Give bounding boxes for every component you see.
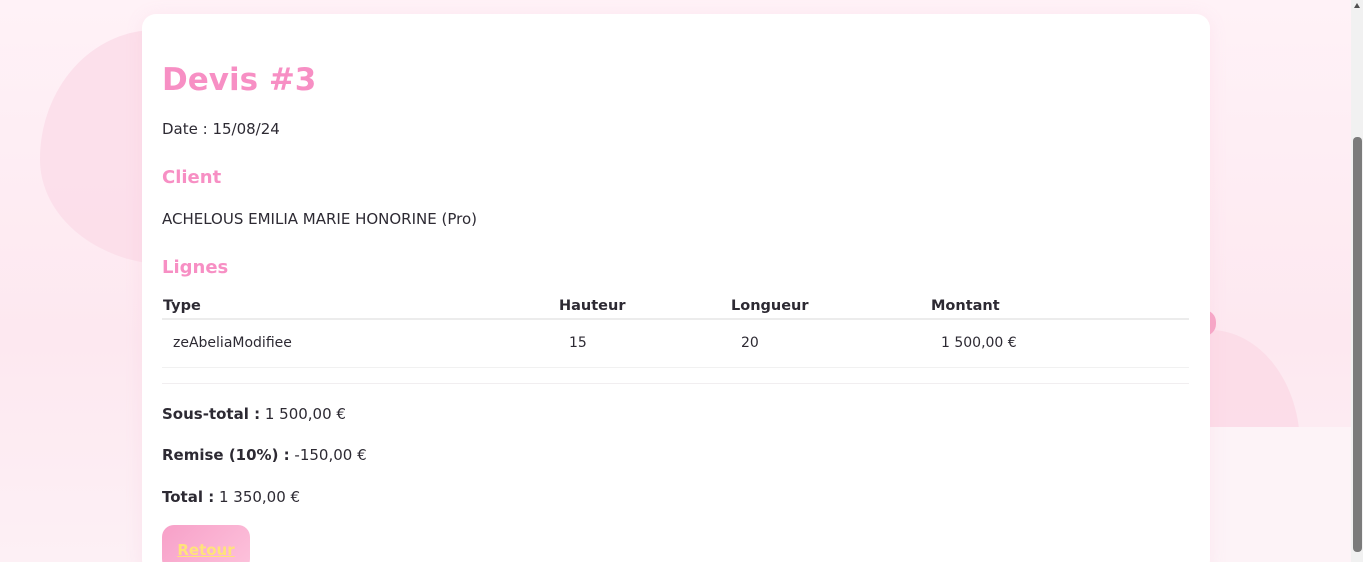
total-value: 1 350,00 € — [214, 488, 301, 506]
cell-longueur: 20 — [730, 319, 930, 368]
section-divider — [162, 383, 1189, 384]
quote-date: Date : 15/08/24 — [162, 120, 280, 138]
cell-type: zeAbeliaModifiee — [162, 319, 558, 368]
date-value: 15/08/24 — [212, 120, 280, 138]
column-header-hauteur: Hauteur — [558, 294, 730, 320]
total-label: Total : — [162, 488, 215, 506]
column-header-montant: Montant — [930, 294, 1189, 320]
scroll-up-arrow-icon[interactable] — [1354, 3, 1360, 8]
client-heading: Client — [162, 167, 222, 188]
cell-hauteur: 15 — [558, 319, 730, 368]
total: Total : 1 350,00 € — [162, 488, 300, 506]
table-header-row: Type Hauteur Longueur Montant — [162, 294, 1189, 320]
cell-montant: 1 500,00 € — [930, 319, 1189, 368]
table-row: zeAbeliaModifiee 15 20 1 500,00 € — [162, 319, 1189, 368]
discount-label: Remise (10%) : — [162, 446, 290, 464]
lines-heading: Lignes — [162, 257, 229, 278]
subtotal-label: Sous-total : — [162, 405, 261, 423]
client-name: ACHELOUS EMILIA MARIE HONORINE (Pro) — [162, 210, 477, 228]
discount: Remise (10%) : -150,00 € — [162, 446, 367, 464]
back-button[interactable]: Retour — [162, 525, 250, 562]
date-label: Date : — [162, 120, 213, 138]
discount-value: -150,00 € — [289, 446, 367, 464]
column-header-type: Type — [162, 294, 558, 320]
scrollbar-thumb[interactable] — [1353, 137, 1362, 552]
column-header-longueur: Longueur — [730, 294, 930, 320]
page-title: Devis #3 — [162, 62, 317, 98]
lines-table: Type Hauteur Longueur Montant zeAbeliaMo… — [162, 294, 1189, 368]
background-band — [1208, 427, 1353, 562]
quote-card: Devis #3 Date : 15/08/24 Client ACHELOUS… — [142, 14, 1210, 562]
subtotal: Sous-total : 1 500,00 € — [162, 405, 346, 423]
subtotal-value: 1 500,00 € — [260, 405, 346, 423]
